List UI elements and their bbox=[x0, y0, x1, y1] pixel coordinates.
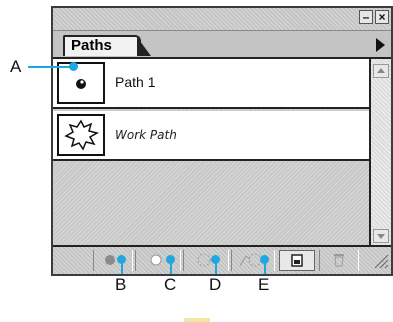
arrow-down-icon bbox=[377, 234, 385, 239]
new-page-icon bbox=[291, 254, 303, 267]
callout-leader-e bbox=[264, 262, 266, 274]
path-thumbnail bbox=[57, 62, 105, 104]
scroll-up-button[interactable] bbox=[373, 64, 389, 78]
panel-menu-arrow-icon[interactable] bbox=[376, 38, 385, 52]
close-button[interactable]: × bbox=[375, 10, 389, 24]
dashed-circle-icon bbox=[197, 253, 211, 267]
delete-path-button[interactable] bbox=[319, 250, 359, 271]
trash-icon bbox=[334, 254, 344, 267]
path-label: Path 1 bbox=[115, 74, 156, 90]
panel-bottom-toolbar bbox=[53, 245, 391, 274]
tab-edge bbox=[137, 37, 151, 56]
path-thumbnail bbox=[57, 114, 105, 156]
scroll-down-button[interactable] bbox=[373, 229, 389, 243]
resize-grip-icon[interactable] bbox=[373, 253, 389, 269]
callout-label-b: B bbox=[115, 275, 127, 294]
callout-label-a: A bbox=[10, 57, 22, 76]
tab-paths[interactable]: Paths bbox=[63, 35, 141, 56]
arrow-up-icon bbox=[377, 68, 385, 73]
callout-leader-b bbox=[121, 262, 123, 274]
tab-row: Paths bbox=[53, 31, 391, 57]
callout-label-d: D bbox=[209, 275, 222, 294]
callout-label-e: E bbox=[258, 275, 270, 294]
callout-dot-a bbox=[69, 62, 78, 71]
callout-leader-a bbox=[28, 66, 72, 68]
starburst-outline-icon bbox=[64, 119, 99, 151]
paths-list: Path 1 Work Path bbox=[53, 57, 369, 247]
paths-panel: – × Paths Path 1 Work Path bbox=[51, 6, 393, 276]
minimize-button[interactable]: – bbox=[359, 10, 373, 24]
callout-leader-c bbox=[170, 262, 172, 274]
filled-dot-icon bbox=[76, 79, 86, 89]
path-row-work-path[interactable]: Work Path bbox=[53, 111, 369, 161]
callout-leader-d bbox=[215, 262, 217, 274]
fill-path-button[interactable] bbox=[93, 250, 133, 271]
path-row-path-1[interactable]: Path 1 bbox=[53, 59, 369, 109]
new-path-button[interactable] bbox=[279, 250, 315, 271]
list-scrollbar[interactable] bbox=[369, 57, 391, 245]
load-as-selection-button[interactable] bbox=[183, 250, 229, 271]
path-label: Work Path bbox=[115, 128, 177, 142]
callout-label-c: C bbox=[164, 275, 177, 294]
filled-circle-icon bbox=[105, 255, 115, 265]
panel-titlebar[interactable]: – × bbox=[53, 8, 391, 31]
decorative-mark bbox=[184, 318, 210, 322]
